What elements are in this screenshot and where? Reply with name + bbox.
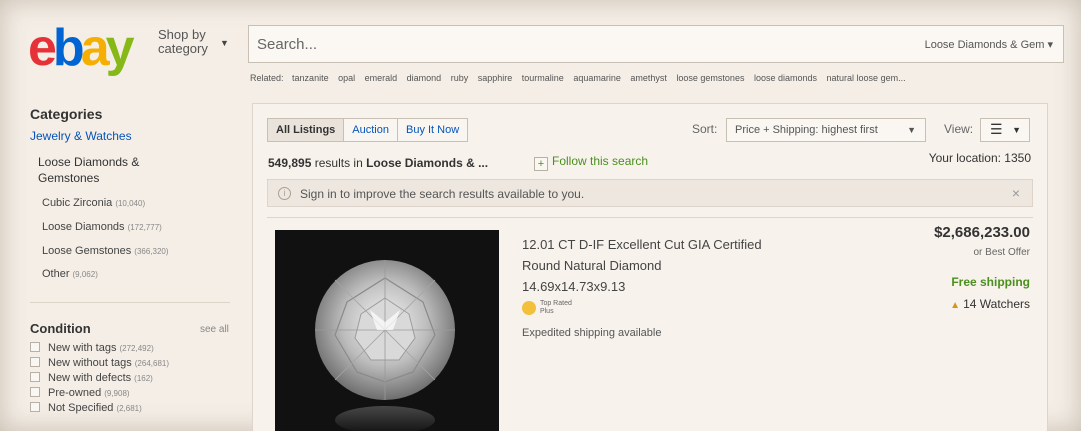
listing-divider xyxy=(267,217,1033,218)
related-link[interactable]: amethyst xyxy=(630,73,667,83)
related-link[interactable]: emerald xyxy=(365,73,398,83)
sort-select[interactable]: Price + Shipping: highest first ▼ xyxy=(726,118,926,142)
subcategory-link[interactable]: Loose Gemstones (366,320) xyxy=(42,245,169,257)
tab-all-listings[interactable]: All Listings xyxy=(268,119,345,141)
condition-option[interactable]: Not Specified (2,681) xyxy=(30,402,142,414)
list-view-icon: ☰ xyxy=(990,121,1003,137)
related-link[interactable]: tourmaline xyxy=(522,73,564,83)
tab-auction[interactable]: Auction xyxy=(344,119,398,141)
expedited-shipping-note: Expedited shipping available xyxy=(522,327,662,339)
sidebar-divider xyxy=(30,302,230,303)
shop-by-category-button[interactable]: Shop by category ▼ xyxy=(158,27,229,56)
category-parent-link[interactable]: Jewelry & Watches xyxy=(30,129,132,143)
subcategory-link[interactable]: Loose Diamonds (172,777) xyxy=(42,221,162,233)
info-icon: i xyxy=(278,187,291,200)
selected-category: Loose Diamonds & Gemstones xyxy=(38,155,140,185)
chevron-down-icon: ▼ xyxy=(1012,125,1021,135)
follow-search-button[interactable]: + Follow this search xyxy=(534,154,648,171)
view-label: View: xyxy=(944,122,974,136)
related-link[interactable]: tanzanite xyxy=(292,73,329,83)
category-label: category xyxy=(158,41,208,56)
search-input[interactable] xyxy=(257,33,857,55)
ebay-search-page: ebay Shop by category ▼ Loose Diamonds &… xyxy=(0,0,1081,431)
signin-link[interactable]: Sign in to improve the search results av… xyxy=(300,187,584,201)
listing-title[interactable]: 12.01 CT D-IF Excellent Cut GIA Certifie… xyxy=(522,234,762,297)
signin-notice: i Sign in to improve the search results … xyxy=(267,179,1033,207)
user-location[interactable]: Your location: 1350 xyxy=(929,151,1031,165)
related-link[interactable]: ruby xyxy=(451,73,469,83)
listing-image[interactable] xyxy=(275,230,499,431)
see-all-link[interactable]: see all xyxy=(200,324,229,335)
related-link[interactable]: diamond xyxy=(407,73,442,83)
condition-option[interactable]: New without tags (264,681) xyxy=(30,357,169,369)
close-icon[interactable]: × xyxy=(1012,185,1020,201)
condition-heading: Condition xyxy=(30,321,91,336)
shop-by-label: Shop by xyxy=(158,27,206,42)
condition-option[interactable]: Pre-owned (9,908) xyxy=(30,387,130,399)
related-label: Related: xyxy=(250,73,284,83)
top-rated-medal-icon xyxy=(522,301,536,315)
related-link[interactable]: natural loose gem... xyxy=(827,73,906,83)
categories-heading: Categories xyxy=(30,106,103,122)
condition-option[interactable]: New with defects (162) xyxy=(30,372,153,384)
checkbox[interactable] xyxy=(30,357,40,367)
related-link[interactable]: sapphire xyxy=(478,73,513,83)
checkbox[interactable] xyxy=(30,372,40,382)
condition-option[interactable]: New with tags (272,492) xyxy=(30,342,154,354)
top-rated-badge: Top Rated Plus xyxy=(522,300,572,316)
tab-buy-it-now[interactable]: Buy It Now xyxy=(398,119,467,141)
related-searches: Related: tanzanite opal emerald diamond … xyxy=(250,73,913,83)
sort-label: Sort: xyxy=(692,122,718,136)
watchers-icon: ▲ xyxy=(950,300,961,311)
subcategory-link[interactable]: Cubic Zirconia (10,040) xyxy=(42,197,145,209)
watchers-count: ▲ 14 Watchers xyxy=(950,297,1030,311)
subcategory-link[interactable]: Other (9,062) xyxy=(42,268,98,280)
free-shipping-label: Free shipping xyxy=(951,275,1030,289)
ebay-logo[interactable]: ebay xyxy=(28,22,135,74)
related-link[interactable]: aquamarine xyxy=(573,73,621,83)
listing-type-tabs: All Listings Auction Buy It Now xyxy=(267,118,469,142)
view-select[interactable]: ☰ ▼ xyxy=(980,118,1030,142)
checkbox[interactable] xyxy=(30,387,40,397)
related-link[interactable]: loose diamonds xyxy=(754,73,817,83)
results-count: 549,895 results in Loose Diamonds & ... xyxy=(268,156,489,170)
best-offer-label: or Best Offer xyxy=(973,247,1030,258)
listing-price: $2,686,233.00 xyxy=(934,224,1030,241)
search-category-select[interactable]: Loose Diamonds & Gem ▾ xyxy=(925,38,1053,51)
diamond-image xyxy=(275,230,499,431)
related-link[interactable]: loose gemstones xyxy=(676,73,744,83)
chevron-down-icon: ▼ xyxy=(907,125,916,135)
search-bar: Loose Diamonds & Gem ▾ xyxy=(248,25,1064,63)
checkbox[interactable] xyxy=(30,342,40,352)
checkbox[interactable] xyxy=(30,402,40,412)
chevron-down-icon: ▼ xyxy=(220,38,229,48)
plus-icon: + xyxy=(534,157,548,171)
related-link[interactable]: opal xyxy=(338,73,355,83)
